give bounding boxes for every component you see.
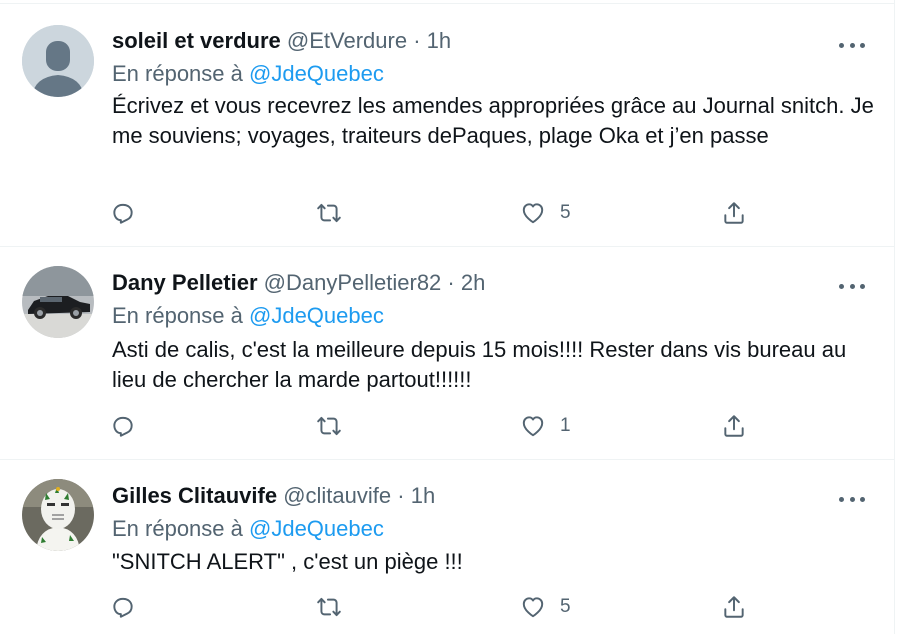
reply-icon bbox=[113, 203, 133, 224]
user-handle[interactable]: @DanyPelletier82 bbox=[264, 270, 442, 295]
separator-dot: · bbox=[397, 483, 405, 508]
reply-prefix: En réponse à bbox=[112, 61, 243, 86]
heart-icon bbox=[522, 416, 544, 437]
reply-icon bbox=[113, 416, 133, 437]
retweet-button[interactable] bbox=[316, 592, 342, 622]
share-button[interactable] bbox=[721, 411, 747, 441]
share-icon bbox=[724, 415, 744, 437]
heart-icon bbox=[522, 597, 544, 618]
reply-tweet[interactable]: soleil et verdure @EtVerdure · 1h En rép… bbox=[0, 5, 895, 247]
reply-icon bbox=[113, 597, 133, 618]
timestamp[interactable]: 1h bbox=[427, 28, 451, 53]
separator-dot: · bbox=[447, 270, 455, 295]
mention-link[interactable]: @JdeQuebec bbox=[249, 61, 384, 86]
share-icon bbox=[724, 202, 744, 224]
mention-link[interactable]: @JdeQuebec bbox=[249, 516, 384, 541]
reply-context: En réponse à @JdeQuebec bbox=[112, 60, 384, 88]
action-bar: 1 bbox=[0, 411, 895, 441]
retweet-icon bbox=[317, 416, 341, 436]
like-count: 1 bbox=[560, 415, 571, 436]
separator-dot: · bbox=[413, 28, 421, 53]
user-handle[interactable]: @EtVerdure bbox=[287, 28, 407, 53]
more-options-icon[interactable] bbox=[839, 33, 865, 57]
more-options-icon[interactable] bbox=[839, 487, 865, 511]
user-handle[interactable]: @clitauvife bbox=[283, 483, 391, 508]
tweet-header: soleil et verdure @EtVerdure · 1h bbox=[112, 27, 451, 55]
retweet-icon bbox=[317, 597, 341, 617]
display-name[interactable]: Gilles Clitauvife bbox=[112, 483, 277, 508]
retweet-button[interactable] bbox=[316, 198, 342, 228]
reply-button[interactable] bbox=[110, 411, 136, 441]
goalie-mask-avatar bbox=[22, 479, 94, 551]
reply-context: En réponse à @JdeQuebec bbox=[112, 515, 384, 543]
display-name[interactable]: soleil et verdure bbox=[112, 28, 281, 53]
reply-prefix: En réponse à bbox=[112, 516, 243, 541]
avatar[interactable] bbox=[22, 25, 94, 97]
share-button[interactable] bbox=[721, 198, 747, 228]
like-count: 5 bbox=[560, 596, 571, 617]
default-avatar-icon bbox=[22, 25, 94, 97]
share-icon bbox=[724, 596, 744, 618]
timestamp[interactable]: 2h bbox=[461, 270, 485, 295]
tweet-header: Gilles Clitauvife @clitauvife · 1h bbox=[112, 482, 435, 510]
reply-tweet[interactable]: Gilles Clitauvife @clitauvife · 1h En ré… bbox=[0, 461, 895, 634]
action-bar: 5 bbox=[0, 198, 895, 228]
reply-button[interactable] bbox=[110, 592, 136, 622]
reply-button[interactable] bbox=[110, 198, 136, 228]
more-options-icon[interactable] bbox=[839, 274, 865, 298]
timestamp[interactable]: 1h bbox=[411, 483, 435, 508]
car-photo-avatar bbox=[22, 266, 94, 338]
avatar[interactable] bbox=[22, 266, 94, 338]
reply-prefix: En réponse à bbox=[112, 303, 243, 328]
reply-tweet[interactable]: Dany Pelletier @DanyPelletier82 · 2h En … bbox=[0, 248, 895, 460]
heart-icon bbox=[522, 203, 544, 224]
reply-context: En réponse à @JdeQuebec bbox=[112, 302, 384, 330]
like-button[interactable]: 5 bbox=[520, 198, 571, 228]
reply-thread: soleil et verdure @EtVerdure · 1h En rép… bbox=[0, 0, 895, 634]
display-name[interactable]: Dany Pelletier bbox=[112, 270, 258, 295]
like-button[interactable]: 1 bbox=[520, 411, 571, 441]
like-count: 5 bbox=[560, 202, 571, 223]
tweet-text: Asti de calis, c'est la meilleure depuis… bbox=[112, 337, 847, 392]
tweet-text: Écrivez et vous recevrez les amendes app… bbox=[112, 93, 874, 148]
retweet-button[interactable] bbox=[316, 411, 342, 441]
tweet-text: "SNITCH ALERT" , c'est un piège !!! bbox=[112, 549, 463, 574]
mention-link[interactable]: @JdeQuebec bbox=[249, 303, 384, 328]
like-button[interactable]: 5 bbox=[520, 592, 571, 622]
retweet-icon bbox=[317, 203, 341, 223]
share-button[interactable] bbox=[721, 592, 747, 622]
divider bbox=[0, 0, 895, 4]
avatar[interactable] bbox=[22, 479, 94, 551]
tweet-header: Dany Pelletier @DanyPelletier82 · 2h bbox=[112, 269, 485, 297]
action-bar: 5 bbox=[0, 592, 895, 622]
